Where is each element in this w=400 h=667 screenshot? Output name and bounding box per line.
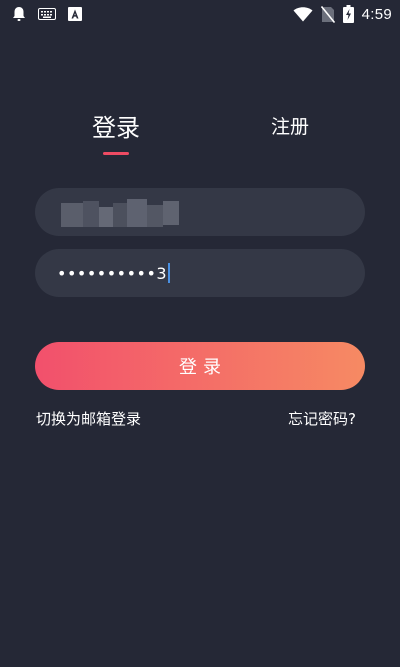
status-time: 4:59 [361,5,392,23]
username-field[interactable] [35,188,365,236]
no-sim-icon [320,5,335,23]
tab-register-label: 注册 [270,116,309,138]
android-a-icon [68,7,82,21]
login-screen: 4:59 登录 注册 ••••••••••3 登录 切换为邮箱登录 忘记密码? [0,0,400,667]
status-bar-right: 4:59 [293,5,392,23]
status-bar: 4:59 [0,0,400,28]
text-caret [168,263,171,283]
auth-tabs: 登录 注册 [0,112,400,162]
login-button-label: 登录 [179,357,227,378]
password-value: ••••••••••3 [57,263,168,283]
wifi-icon [293,6,313,22]
keyboard-icon [38,8,56,20]
login-button[interactable]: 登录 [35,342,365,390]
tab-login-label: 登录 [92,114,140,142]
password-field[interactable]: ••••••••••3 [35,249,365,297]
tab-login[interactable]: 登录 [84,112,148,155]
tab-active-indicator [103,152,129,155]
obscured-username-value [61,197,179,227]
battery-charging-icon [342,5,354,23]
tab-register[interactable]: 注册 [258,112,322,143]
forgot-password-link[interactable]: 忘记密码? [288,408,356,430]
switch-to-email-login-link[interactable]: 切换为邮箱登录 [36,408,141,430]
status-bar-left [12,6,82,22]
notification-bell-icon [12,6,26,22]
